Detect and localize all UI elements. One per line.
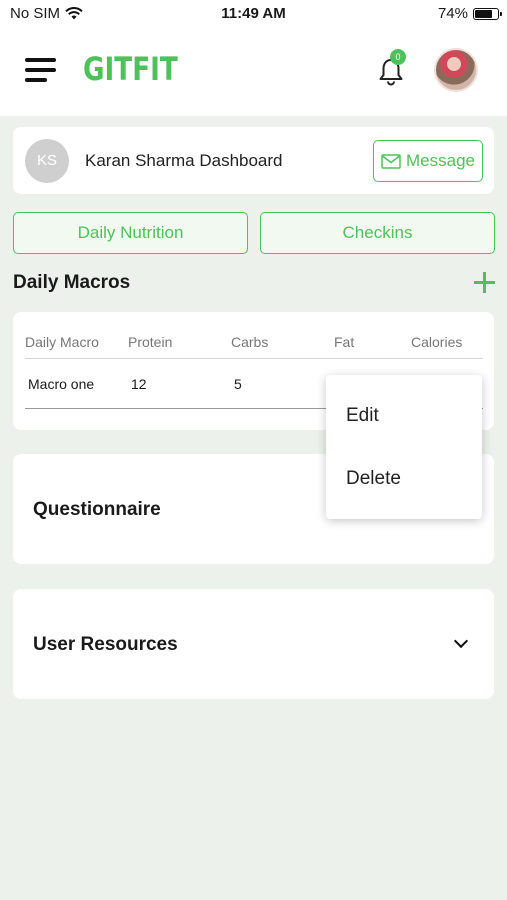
app-header: GITFIT 0 xyxy=(0,28,507,116)
tab-checkins[interactable]: Checkins xyxy=(260,212,495,254)
cell-macro-name: Macro one xyxy=(28,376,95,392)
context-menu: Edit Delete xyxy=(326,375,482,519)
message-button[interactable]: Message xyxy=(373,140,483,182)
user-resources-card[interactable]: User Resources xyxy=(13,589,494,699)
mail-icon xyxy=(381,153,401,169)
daily-macros-title: Daily Macros xyxy=(13,272,131,293)
profile-name: Karan Sharma Dashboard xyxy=(85,151,283,170)
profile-card: KS Karan Sharma Dashboard Message xyxy=(13,127,494,194)
menu-icon[interactable] xyxy=(25,58,56,82)
battery-icon xyxy=(473,7,502,20)
avatar[interactable] xyxy=(434,48,478,92)
column-header-daily-macro: Daily Macro xyxy=(25,334,99,350)
table-divider xyxy=(25,358,483,359)
questionnaire-title: Questionnaire xyxy=(33,499,161,520)
user-resources-title: User Resources xyxy=(33,634,178,655)
column-header-protein: Protein xyxy=(128,334,173,350)
cell-protein: 12 xyxy=(131,376,147,392)
delete-menu-item[interactable]: Delete xyxy=(346,468,401,490)
message-label: Message xyxy=(406,151,475,170)
edit-menu-item[interactable]: Edit xyxy=(346,405,379,427)
user-initials-avatar: KS xyxy=(25,139,69,183)
chevron-down-icon[interactable] xyxy=(453,633,469,649)
cell-carbs: 5 xyxy=(234,376,242,392)
plus-icon[interactable] xyxy=(473,271,496,294)
notification-badge: 0 xyxy=(390,49,406,65)
status-time: 11:49 AM xyxy=(221,5,286,22)
column-header-fat: Fat xyxy=(334,334,355,350)
app-logo: GITFIT xyxy=(83,50,178,88)
status-right: 74% xyxy=(437,5,502,22)
tab-daily-nutrition[interactable]: Daily Nutrition xyxy=(13,212,248,254)
column-header-carbs: Carbs xyxy=(231,334,269,350)
status-bar: No SIM 11:49 AM 74% xyxy=(0,0,507,28)
column-header-calories: Calories xyxy=(411,334,463,350)
battery-percent: 74% xyxy=(437,5,468,22)
